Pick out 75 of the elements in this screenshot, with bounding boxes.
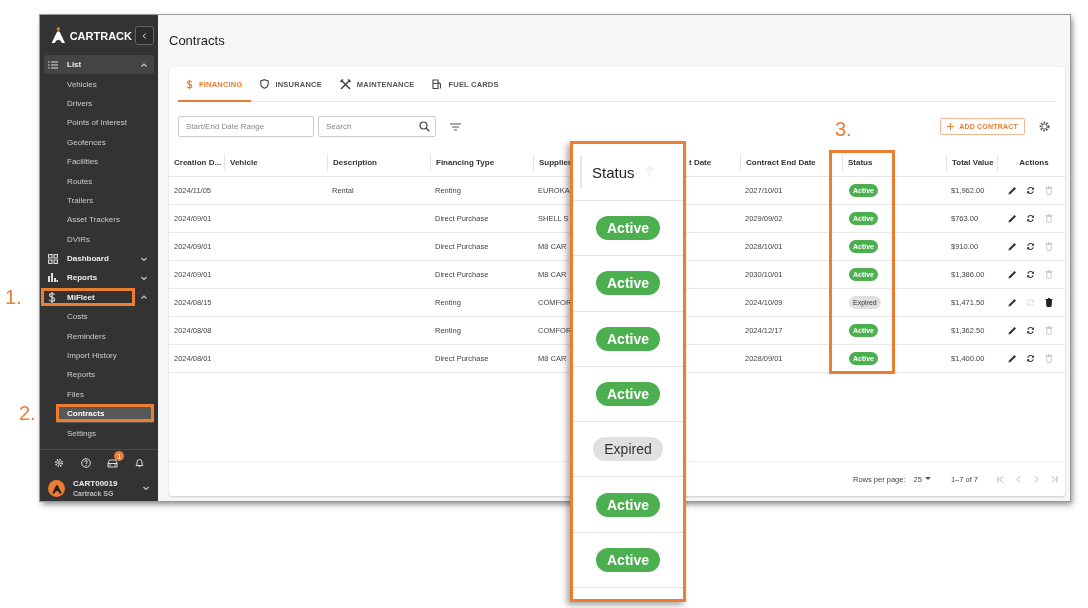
dollar-icon [186, 78, 193, 90]
caret-icon [924, 477, 931, 481]
annotation-number: 2. [19, 402, 36, 424]
sidebar-item[interactable]: Vehicles [56, 74, 153, 94]
sidebar-section[interactable]: Dashboard [44, 248, 154, 269]
sidebar-item[interactable]: Routes [56, 171, 153, 191]
pencil-icon[interactable] [1007, 298, 1017, 307]
search-field[interactable]: Search [318, 116, 436, 137]
sidebar-item[interactable]: DVIRs [56, 229, 153, 249]
renew-icon[interactable] [1026, 242, 1036, 251]
status-badge: Active [596, 216, 660, 241]
user-name: CART00019 [73, 479, 119, 488]
plus-icon [947, 123, 955, 130]
pencil-icon[interactable] [1007, 214, 1017, 223]
column-header: Vehicle [224, 154, 327, 171]
help-icon[interactable] [80, 458, 91, 468]
bell-icon[interactable] [134, 458, 144, 468]
renew-icon[interactable] [1026, 186, 1036, 195]
shield-icon [260, 79, 270, 89]
collapse-button[interactable] [135, 26, 154, 45]
status-badge: Active [596, 382, 660, 407]
sidebar-item[interactable]: Costs [56, 307, 153, 327]
sidebar-item[interactable]: Geofences [56, 132, 153, 152]
column-header: t Date [688, 157, 713, 169]
date-range-field[interactable]: Start/End Date Range [178, 116, 314, 137]
sidebar-section[interactable]: Reports [44, 268, 154, 288]
column-header: Financing Type [430, 154, 533, 171]
dashboard-icon [48, 253, 58, 264]
fuel-pump-icon [432, 79, 443, 89]
chevron-icon [142, 484, 150, 492]
status-badge: Active [596, 271, 660, 296]
status-badge: Active [596, 547, 660, 572]
pencil-icon[interactable] [1007, 326, 1017, 335]
column-header: Contract End Date [740, 154, 842, 171]
trash-icon[interactable] [1045, 298, 1055, 307]
renew-icon[interactable] [1026, 354, 1036, 363]
pencil-icon[interactable] [1007, 186, 1017, 195]
renew-icon[interactable] [1026, 214, 1036, 223]
settings-icon[interactable] [1039, 121, 1050, 132]
status-badge: Expired [593, 437, 663, 462]
pencil-icon[interactable] [1007, 242, 1017, 251]
chevron-left-icon [142, 31, 147, 40]
logo-icon [50, 26, 67, 45]
dollar-icon [48, 291, 56, 303]
sidebar-section[interactable]: MiFleet [44, 287, 154, 308]
status-badge: Active [596, 326, 660, 351]
column-header: Creation D... [173, 157, 223, 169]
column-header: Total Value [946, 154, 997, 171]
sidebar-item[interactable]: Reports [56, 365, 153, 385]
pencil-icon[interactable] [1007, 270, 1017, 279]
sidebar-section[interactable]: List [44, 55, 154, 75]
sidebar-item[interactable]: Asset Trackers [56, 210, 153, 230]
sidebar-item[interactable]: Import History [56, 345, 153, 366]
annotation-number: 3. [835, 118, 852, 140]
page-title: Contracts [169, 32, 225, 50]
column-header: Actions [997, 154, 1065, 171]
pencil-icon[interactable] [1007, 354, 1017, 363]
column-header: Status [842, 154, 946, 171]
sidebar-item[interactable]: Settings [56, 423, 153, 443]
sidebar-item[interactable]: Points of Interest [56, 113, 153, 133]
annotation-number: 1. [5, 286, 22, 308]
sidebar-item[interactable]: Drivers [56, 93, 153, 114]
list-icon [48, 60, 58, 69]
column-header: Description [327, 154, 430, 171]
sidebar-item[interactable]: Reminders [56, 326, 153, 346]
renew-icon[interactable] [1026, 326, 1036, 335]
renew-icon[interactable] [1026, 270, 1036, 279]
sidebar-item[interactable]: Files [56, 384, 153, 405]
sidebar-item[interactable]: Trailers [56, 190, 153, 211]
search-icon [419, 121, 430, 132]
status-badge: Active [596, 492, 660, 517]
bar-chart-icon [48, 273, 58, 283]
sidebar-item[interactable]: Facilities [56, 151, 153, 172]
brand-name: CARTRACK [69, 29, 132, 42]
tools-icon [339, 78, 351, 90]
